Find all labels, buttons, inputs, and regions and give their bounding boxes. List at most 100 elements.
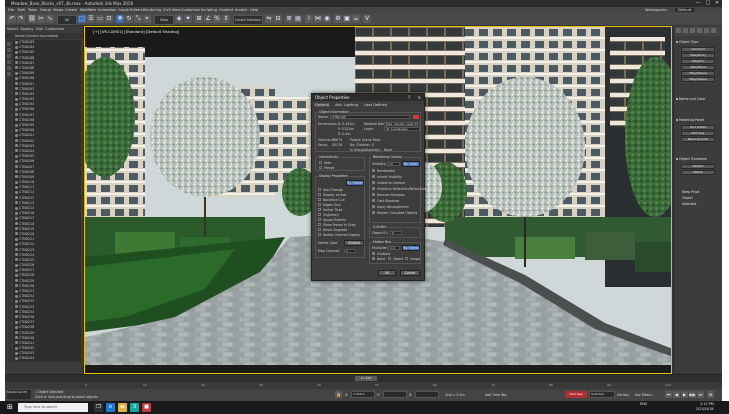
rollout-toggle-icon[interactable]	[676, 98, 678, 100]
rollout-header[interactable]: Object Type	[676, 40, 721, 44]
x-coord-field[interactable]: 2.554m	[351, 391, 375, 398]
visibility-icon[interactable]	[15, 107, 18, 111]
command-panel-button[interactable]: VRayClipper	[681, 77, 715, 82]
motion-tab-icon[interactable]	[697, 28, 702, 33]
display-option-checkbox[interactable]	[318, 188, 321, 191]
unlink-icon[interactable]: ✂	[37, 15, 45, 23]
spinner-snap-icon[interactable]: ⇕	[222, 15, 230, 23]
visibility-icon[interactable]	[15, 320, 18, 324]
visibility-icon[interactable]	[15, 305, 18, 309]
visibility-icon[interactable]	[15, 92, 18, 96]
selection-filter-select[interactable]: All	[57, 15, 77, 25]
file-explorer-icon[interactable]: ▬	[118, 403, 127, 412]
visibility-icon[interactable]	[15, 336, 18, 340]
rollout-toggle-icon[interactable]	[676, 41, 678, 43]
set-key-button[interactable]: Set Key	[617, 393, 629, 397]
visibility-icon[interactable]	[15, 263, 18, 267]
visibility-icon[interactable]	[15, 180, 18, 184]
menu-animation[interactable]: Animation	[98, 8, 116, 12]
menu-help[interactable]: Help	[250, 8, 258, 12]
display-option-checkbox[interactable]	[318, 218, 321, 221]
freeze-checkbox[interactable]	[319, 166, 322, 169]
minimize-button[interactable]: —	[693, 0, 703, 7]
command-panel-button[interactable]: VRayPlane	[681, 65, 715, 70]
workspace-select[interactable]: Default	[675, 8, 695, 12]
visibility-icon[interactable]	[15, 211, 18, 215]
rollout-toggle-icon[interactable]	[676, 158, 678, 160]
display-option-checkbox[interactable]	[318, 223, 321, 226]
visibility-icon[interactable]	[15, 351, 18, 355]
explorer-tab-select[interactable]: Select	[7, 27, 18, 31]
lock-selection-icon[interactable]: 🔒	[335, 391, 342, 398]
rollout-header[interactable]: Modeling Panel	[676, 118, 721, 122]
tray-time[interactable]: 2:15 PM	[700, 402, 714, 406]
rendering-option-checkbox[interactable]	[372, 169, 375, 172]
name-field[interactable]: CTN0195	[330, 115, 410, 119]
rollout-header[interactable]: Name and Color	[676, 97, 721, 101]
utilities-tab-icon[interactable]	[711, 28, 716, 33]
redo-icon[interactable]: ↷	[17, 15, 25, 23]
menu-create[interactable]: Create	[65, 8, 77, 12]
visibility-icon[interactable]	[15, 40, 18, 44]
explorer-name-column[interactable]: Name (Sorted Ascending)	[15, 34, 59, 38]
maxscript-listener[interactable]: MAXScript Mi	[7, 390, 31, 399]
command-panel-check[interactable]: Object	[682, 196, 722, 200]
close-button[interactable]: ✕	[712, 0, 722, 7]
visibility-icon[interactable]	[15, 206, 18, 210]
task-view-icon[interactable]: ❐	[94, 403, 103, 412]
object-color-swatch[interactable]	[413, 115, 419, 119]
visibility-icon[interactable]	[15, 356, 18, 360]
app-icon[interactable]: ■	[142, 403, 151, 412]
auto-key-button[interactable]: Auto Key	[565, 391, 587, 398]
dialog-close-button[interactable]: ✕	[418, 95, 421, 100]
visibility-icon[interactable]	[15, 66, 18, 70]
modify-tab-icon[interactable]	[683, 28, 688, 33]
filter-cameras-icon[interactable]	[7, 60, 11, 64]
menu-civil-view[interactable]: Civil View	[163, 8, 180, 12]
display-option-checkbox[interactable]	[318, 208, 321, 211]
visibility-icon[interactable]	[15, 294, 18, 298]
visibility-icon[interactable]	[15, 102, 18, 106]
object-id-field[interactable]: 0	[390, 231, 402, 235]
visibility-icon[interactable]	[15, 45, 18, 49]
rendering-option-checkbox[interactable]	[372, 211, 375, 214]
tray-language[interactable]: ENG	[640, 402, 647, 406]
visibility-icon[interactable]	[15, 237, 18, 241]
display-by-object-button[interactable]: By Object	[346, 180, 364, 186]
display-option-checkbox[interactable]	[318, 203, 321, 206]
visibility-icon[interactable]	[15, 284, 18, 288]
visibility-icon[interactable]	[15, 149, 18, 153]
command-panel-button[interactable]: Grid Points	[681, 125, 715, 130]
menu-scripting[interactable]: Scripting	[201, 8, 217, 12]
visibility-icon[interactable]	[15, 118, 18, 122]
command-panel-check[interactable]: Selected	[682, 202, 722, 206]
visibility-icon[interactable]	[15, 71, 18, 75]
visibility-icon[interactable]	[15, 201, 18, 205]
scale-icon[interactable]: ⤡	[134, 15, 142, 23]
command-panel-button[interactable]: AutoGrid	[681, 47, 715, 52]
display-tab-icon[interactable]	[704, 28, 709, 33]
visibility-icon[interactable]	[15, 139, 18, 143]
bind-space-warp-icon[interactable]: ∿	[46, 15, 54, 23]
window-crossing-icon[interactable]: ⊡	[105, 15, 113, 23]
goto-start-icon[interactable]: ⏮	[665, 391, 672, 398]
visibility-icon[interactable]	[15, 144, 18, 148]
rendering-option-checkbox[interactable]	[372, 199, 375, 202]
menu-customize[interactable]: Customize	[181, 8, 200, 12]
menu-arnold[interactable]: Arnold	[235, 8, 247, 12]
edge-icon[interactable]: e	[106, 403, 115, 412]
menu-graph-editors[interactable]: Graph Editors	[118, 8, 143, 12]
visibility-icon[interactable]	[15, 346, 18, 350]
percent-snap-icon[interactable]: %	[213, 15, 221, 23]
zoom-extents-icon[interactable]: ⊕	[707, 391, 714, 398]
material-editor-icon[interactable]: ◉	[323, 15, 331, 23]
menu-edit[interactable]: Edit	[18, 8, 25, 12]
visibility-icon[interactable]	[15, 128, 18, 132]
viewport-label[interactable]: [+] [VR-CAM01] [Standard] [Default Shadi…	[93, 29, 179, 34]
move-icon[interactable]: ✥	[116, 15, 124, 23]
visibility-icon[interactable]	[15, 242, 18, 246]
hide-checkbox[interactable]	[319, 161, 322, 164]
display-option-checkbox[interactable]	[318, 213, 321, 216]
visibility-icon[interactable]	[15, 273, 18, 277]
rendering-option-checkbox[interactable]	[372, 187, 375, 190]
